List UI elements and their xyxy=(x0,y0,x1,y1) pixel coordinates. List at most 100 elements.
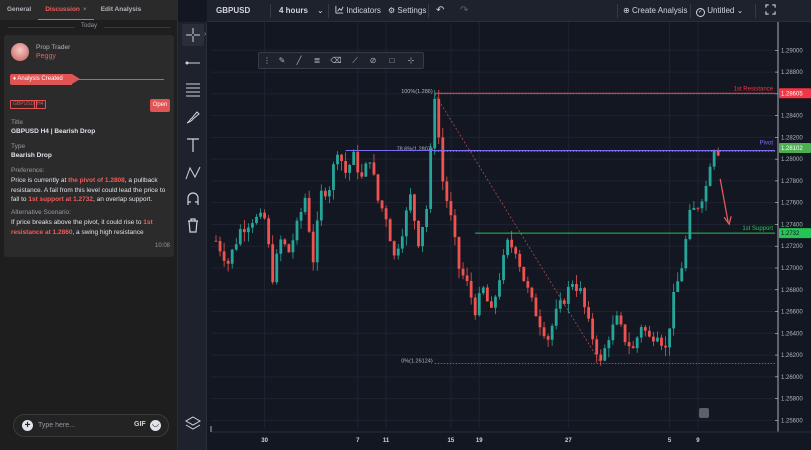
candle xyxy=(352,151,356,165)
candle xyxy=(429,148,433,209)
tab-general[interactable]: General xyxy=(0,0,38,20)
candle xyxy=(295,220,299,241)
timeframe-tag: H4 xyxy=(34,100,47,109)
brush-icon[interactable]: ╱ xyxy=(293,55,305,67)
banner-divider xyxy=(74,79,164,80)
drawing-toolbar: › xyxy=(178,22,207,450)
message-card: Prop Trader Peggy ♦ Analysis Created GBP… xyxy=(4,35,174,257)
candle xyxy=(336,154,339,165)
chart-header: GBPUSD 4 hours ⌄ Indicators ⚙ Settings ↶… xyxy=(207,0,811,22)
ruler-icon[interactable]: ⊘ xyxy=(367,55,379,67)
y-tick-label: 1.27200 xyxy=(781,244,803,250)
indicators-icon xyxy=(335,5,344,14)
create-analysis-button[interactable]: ⊕ Create Analysis xyxy=(623,0,688,22)
candle xyxy=(263,212,266,219)
candle xyxy=(226,260,230,264)
candle xyxy=(344,161,347,173)
smiley-icon[interactable] xyxy=(150,419,161,431)
pivot-label: Pivot xyxy=(760,140,774,146)
chart-canvas[interactable]: 1.290001.288001.286001.284001.282001.280… xyxy=(207,22,811,450)
candle xyxy=(279,239,283,254)
candle xyxy=(404,210,408,237)
date-separator: Today xyxy=(0,23,178,29)
layout-title-button[interactable]: ✓ Untitled ⌄ xyxy=(696,0,743,22)
candle xyxy=(712,150,716,167)
crosshair-icon[interactable]: ⊹ xyxy=(405,55,417,67)
trash-icon[interactable] xyxy=(182,214,204,236)
candle xyxy=(461,268,465,276)
candle xyxy=(579,288,582,291)
candle xyxy=(376,174,380,201)
candle xyxy=(413,194,416,221)
close-icon[interactable]: × xyxy=(83,6,87,13)
header-divider xyxy=(328,4,329,18)
candle xyxy=(498,280,501,297)
tab-edit-analysis[interactable]: Edit Analysis xyxy=(94,0,149,20)
fib-icon[interactable] xyxy=(182,78,204,100)
candle xyxy=(676,281,680,293)
pattern-icon[interactable] xyxy=(182,162,204,184)
y-tick-label: 1.26400 xyxy=(781,331,803,337)
candle xyxy=(332,164,335,191)
candle xyxy=(571,283,574,287)
candle xyxy=(449,201,453,216)
text-icon[interactable] xyxy=(182,134,204,156)
chevron-down-icon[interactable]: ⌄ xyxy=(317,0,324,22)
candle xyxy=(554,308,558,326)
y-tick-label: 1.28200 xyxy=(781,135,803,141)
alternative-text: If price breaks above the pivot, it coul… xyxy=(11,219,153,236)
x-tick-label: 27 xyxy=(565,438,572,444)
plus-circle-icon[interactable]: + xyxy=(22,420,33,431)
line-icon[interactable]: ⟋ xyxy=(349,55,361,67)
pen-icon[interactable]: ✎ xyxy=(276,55,288,67)
candle xyxy=(575,283,578,291)
open-button[interactable]: Open xyxy=(150,99,170,112)
candle xyxy=(251,223,254,228)
eraser-icon[interactable]: ⌫ xyxy=(330,55,342,67)
undo-icon[interactable]: ↶ xyxy=(436,0,444,22)
redo-icon[interactable]: ↷ xyxy=(460,0,468,22)
settings-button[interactable]: ⚙ Settings xyxy=(388,0,426,22)
interval-select[interactable]: 4 hours xyxy=(279,0,308,22)
symbol-search[interactable]: GBPUSD xyxy=(216,0,250,22)
crosshair-icon[interactable] xyxy=(182,24,204,46)
y-tick-label: 1.28000 xyxy=(781,157,803,163)
y-tick-label: 1.25600 xyxy=(781,418,803,424)
candle xyxy=(457,237,461,269)
message-input[interactable] xyxy=(38,419,128,432)
chevron-right-icon[interactable]: › xyxy=(204,31,206,38)
horizontal-line-icon[interactable] xyxy=(182,52,204,74)
candle xyxy=(473,297,477,316)
fullscreen-icon[interactable] xyxy=(765,0,776,22)
candle xyxy=(680,268,684,282)
candle xyxy=(340,154,343,162)
candle xyxy=(477,293,481,316)
candle xyxy=(627,342,631,347)
username[interactable]: Peggy xyxy=(36,53,56,60)
title-value: GBPUSD H4 | Bearish Drop xyxy=(11,128,96,135)
candle xyxy=(445,181,449,202)
layers-icon[interactable] xyxy=(182,412,204,434)
fib-level-label: 78.6%(1.2807) xyxy=(397,147,433,153)
candle xyxy=(583,288,586,308)
candle xyxy=(425,208,428,228)
fib-icon[interactable]: ≣ xyxy=(311,55,323,67)
candle xyxy=(271,244,275,283)
gif-button[interactable]: GIF xyxy=(134,421,146,428)
y-tick-label: 1.25800 xyxy=(781,397,803,403)
magnet-icon[interactable] xyxy=(182,188,204,210)
candle xyxy=(652,336,655,342)
lightbulb-icon[interactable] xyxy=(699,408,709,418)
rectangle-icon[interactable]: □ xyxy=(386,55,398,67)
header-divider xyxy=(270,4,271,18)
tab-discussion[interactable]: Discussion × xyxy=(38,0,94,20)
candle xyxy=(368,162,372,164)
candle xyxy=(238,229,242,245)
drag-handle-icon[interactable]: ⋮ xyxy=(261,55,273,67)
indicators-button[interactable]: Indicators xyxy=(335,0,381,22)
brush-icon[interactable] xyxy=(182,106,204,128)
candle xyxy=(360,172,364,177)
y-tick-label: 1.27800 xyxy=(781,179,803,185)
price-chart[interactable]: 1.290001.288001.286001.284001.282001.280… xyxy=(207,22,811,450)
avatar[interactable] xyxy=(11,43,29,61)
